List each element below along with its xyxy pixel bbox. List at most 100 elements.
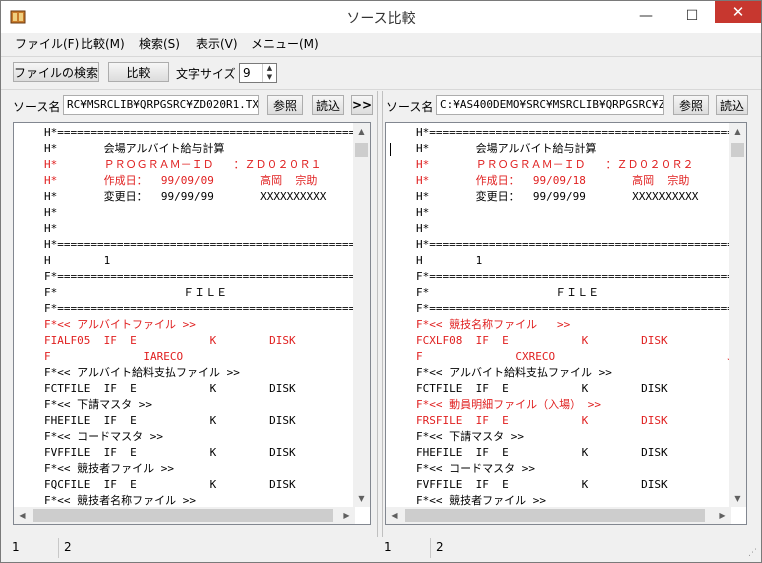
right-load-button[interactable]: 読込 — [716, 95, 748, 115]
sync-button[interactable]: >> — [351, 95, 373, 115]
code-line: FCTFILE IF E K DISK — [44, 382, 296, 395]
left-vthumb[interactable] — [355, 143, 368, 157]
code-line: H 1 — [44, 254, 111, 267]
scroll-up-icon[interactable]: ▲ — [353, 123, 370, 140]
code-line: F*<< 下請マスタ >> — [416, 430, 524, 443]
scroll-down-icon[interactable]: ▼ — [729, 490, 746, 507]
resize-grip-icon[interactable]: ⋰ — [748, 548, 757, 558]
code-line: F*<< コードマスタ >> — [416, 462, 535, 475]
menu-bar: ファイル(F) 比較(M) 検索(S) 表示(V) メニュー(M) — [1, 33, 761, 53]
code-line: F*<< アルバイト給料支払ファイル >> — [44, 366, 240, 379]
scroll-right-icon[interactable]: ▶ — [714, 507, 731, 524]
scroll-down-icon[interactable]: ▼ — [353, 490, 370, 507]
code-line: F*<< コードマスタ >> — [44, 430, 163, 443]
code-line: H* ＰＲＯＧＲＡＭ－ＩＤ ：ＺＤ０２０Ｒ１ — [44, 158, 322, 171]
code-line: H*======================================… — [416, 126, 741, 139]
code-line: H*======================================… — [44, 126, 369, 139]
main-window: ソース比較 — ☐ ✕ ファイル(F) 比較(M) 検索(S) 表示(V) メニ… — [0, 0, 762, 563]
code-line: H* 会場アルバイト給与計算 — [44, 142, 225, 155]
find-file-button[interactable]: ファイルの検索 — [13, 62, 99, 82]
close-button[interactable]: ✕ — [715, 1, 761, 23]
font-size-label: 文字サイズ — [176, 67, 236, 81]
left-status-col: 2 — [64, 540, 72, 554]
code-line: H* — [44, 222, 58, 235]
code-line: H* ＰＲＯＧＲＡＭ－ＩＤ ：ＺＤ０２０Ｒ２ — [416, 158, 694, 171]
code-line: H*======================================… — [44, 238, 369, 251]
title-bar: ソース比較 — ☐ ✕ — [1, 1, 761, 33]
left-hthumb[interactable] — [33, 509, 333, 522]
spin-down-icon[interactable]: ▼ — [263, 73, 276, 82]
code-line: FCXLF08 IF E K DISK — [416, 334, 668, 347]
left-code-view: H*======================================… — [44, 125, 371, 524]
code-line: FHEFILE IF E K DISK — [44, 414, 296, 427]
scroll-up-icon[interactable]: ▲ — [729, 123, 746, 140]
left-hscroll[interactable]: ◀ ▶ — [14, 507, 355, 524]
spin-up-icon[interactable]: ▲ — [263, 64, 276, 73]
maximize-button[interactable]: ☐ — [669, 1, 715, 31]
code-line: FVFFILE IF E K DISK — [44, 446, 296, 459]
right-hthumb[interactable] — [405, 509, 705, 522]
code-line: F*<< 競技者ファイル >> — [44, 462, 174, 475]
right-source-pane[interactable]: H*======================================… — [385, 122, 747, 525]
right-status-col: 2 — [436, 540, 444, 554]
right-status-bar: 1 2 — [381, 538, 751, 560]
code-line: H* 会場アルバイト給与計算 — [416, 142, 597, 155]
code-line: H* — [416, 206, 430, 219]
code-line: F*======================================… — [416, 302, 741, 315]
left-source-label: ソース名 — [13, 100, 61, 114]
left-ref-button[interactable]: 参照 — [267, 95, 303, 115]
menu-view[interactable]: 表示(V) — [196, 35, 238, 52]
font-size-stepper[interactable]: 9 ▲ ▼ — [239, 63, 277, 83]
code-line: FQCFILE IF E K DISK — [44, 478, 296, 491]
code-line: FRSFILE IF E K DISK — [416, 414, 668, 427]
left-load-button[interactable]: 読込 — [312, 95, 344, 115]
minimize-button[interactable]: — — [623, 1, 669, 31]
right-source-label: ソース名 — [386, 100, 434, 114]
code-line: F*<< 競技名称ファイル >> — [416, 318, 571, 331]
code-line: H* — [416, 222, 430, 235]
scroll-left-icon[interactable]: ◀ — [386, 507, 403, 524]
compare-button[interactable]: 比較 — [108, 62, 169, 82]
right-status-line: 1 — [381, 538, 431, 558]
code-line: F* ＦＩＬＥ — [44, 286, 228, 299]
code-line: H* — [44, 206, 58, 219]
right-hscroll[interactable]: ◀ ▶ — [386, 507, 731, 524]
right-vthumb[interactable] — [731, 143, 744, 157]
left-source-input[interactable]: RC¥MSRCLIB¥QRPGSRC¥ZD020R1.TXT — [63, 95, 259, 115]
right-ref-button[interactable]: 参照 — [673, 95, 709, 115]
code-line: H 1 — [416, 254, 483, 267]
right-code-view: H*======================================… — [416, 125, 747, 524]
code-line: FIALF05 IF E K DISK — [44, 334, 296, 347]
right-vscroll[interactable]: ▲ ▼ — [729, 123, 746, 507]
text-caret — [390, 143, 391, 156]
code-line: F* ＦＩＬＥ — [416, 286, 600, 299]
left-vscroll[interactable]: ▲ ▼ — [353, 123, 370, 507]
code-line: F*======================================… — [416, 270, 741, 283]
pane-splitter[interactable] — [377, 91, 383, 537]
code-line: H* 作成日： 99/09/09 高岡 宗助 — [44, 174, 318, 187]
code-line: H* 変更日： 99/99/99 XXXXXXXXXX — [44, 190, 327, 203]
scroll-right-icon[interactable]: ▶ — [338, 507, 355, 524]
menu-file[interactable]: ファイル(F) — [15, 35, 79, 52]
code-line: F IARECO JRENAME — [44, 350, 371, 363]
menu-search[interactable]: 検索(S) — [139, 35, 180, 52]
font-size-value: 9 — [243, 66, 251, 80]
code-line: H* 変更日： 99/99/99 XXXXXXXXXX — [416, 190, 699, 203]
menu-menu[interactable]: メニュー(M) — [251, 35, 319, 52]
code-line: FCTFILE IF E K DISK — [416, 382, 668, 395]
code-line: F*<< アルバイト給料支払ファイル >> — [416, 366, 612, 379]
right-source-input[interactable]: C:¥AS400DEMO¥SRC¥MSRCLIB¥QRPGSRC¥ZD — [436, 95, 664, 115]
menu-compare[interactable]: 比較(M) — [81, 35, 125, 52]
left-source-pane[interactable]: H*======================================… — [13, 122, 371, 525]
code-line: F*<< 下請マスタ >> — [44, 398, 152, 411]
code-line: F*<< 動員明細ファイル（入場） >> — [416, 398, 601, 411]
code-line: F*<< アルバイトファイル >> — [44, 318, 196, 331]
code-line: FHEFILE IF E K DISK — [416, 446, 668, 459]
left-status-bar: 1 2 — [9, 538, 377, 560]
code-line: FVFFILE IF E K DISK — [416, 478, 668, 491]
code-line: F CXRECO JRENAME — [416, 350, 747, 363]
code-line: F*======================================… — [44, 302, 369, 315]
left-status-line: 1 — [9, 538, 59, 558]
code-line: F*======================================… — [44, 270, 369, 283]
scroll-left-icon[interactable]: ◀ — [14, 507, 31, 524]
